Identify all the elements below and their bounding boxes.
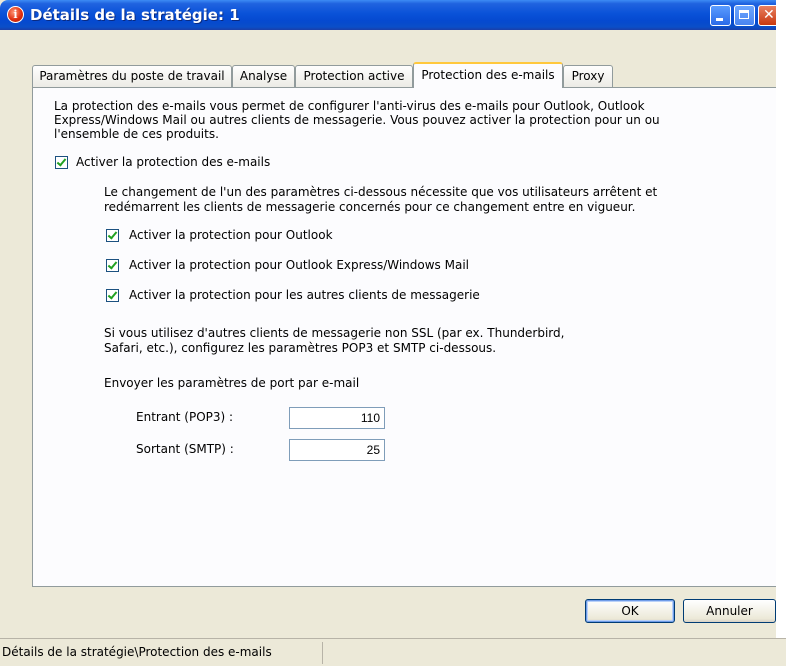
status-text: Détails de la stratégie\Protection des e… [2, 645, 272, 659]
enable-email-protection-label[interactable]: Activer la protection des e-mails [76, 155, 270, 170]
title-bar[interactable]: i Détails de la stratégie: 1 [0, 0, 776, 30]
port-settings-heading: Envoyer les paramètres de port par e-mai… [104, 376, 360, 390]
outlook-protection-checkbox[interactable] [106, 229, 119, 242]
outlook-express-protection-label[interactable]: Activer la protection pour Outlook Expre… [129, 258, 469, 273]
tab-active-protection[interactable]: Protection active [295, 65, 413, 87]
other-clients-protection-checkbox[interactable] [106, 289, 119, 302]
incoming-port-label: Entrant (POP3) : [136, 410, 234, 424]
cancel-button[interactable]: Annuler [683, 599, 776, 623]
ssl-note-line-2: Safari, etc.), configurez les paramètres… [104, 341, 497, 355]
ok-button[interactable]: OK [585, 599, 675, 623]
close-button[interactable] [758, 5, 776, 26]
status-bar: Détails de la stratégie\Protection des e… [0, 638, 786, 666]
restart-note-line-1: Le changement de l'un des paramètres ci-… [104, 185, 658, 199]
intro-text-line-2: Express/Windows Mail ou autres clients d… [54, 113, 660, 127]
restart-note-line-2: redémarrent les clients de messagerie co… [104, 200, 636, 214]
tab-proxy[interactable]: Proxy [563, 65, 613, 87]
tab-workstation-settings[interactable]: Paramètres du poste de travail [32, 65, 232, 87]
outgoing-port-input[interactable]: 25 [289, 439, 385, 461]
outlook-express-protection-checkbox[interactable] [106, 259, 119, 272]
tab-scan[interactable]: Analyse [232, 65, 295, 87]
email-protection-panel: La protection des e-mails vous permet de… [32, 87, 776, 587]
enable-email-protection-checkbox[interactable] [55, 156, 68, 169]
ssl-note-line-1: Si vous utilisez d'autres clients de mes… [104, 326, 565, 340]
outlook-protection-label[interactable]: Activer la protection pour Outlook [129, 228, 333, 243]
window-title: Détails de la stratégie: 1 [30, 6, 240, 24]
other-clients-protection-label[interactable]: Activer la protection pour les autres cl… [129, 288, 480, 303]
intro-text-line-3: l'ensemble de ces produits. [54, 127, 219, 141]
outgoing-port-label: Sortant (SMTP) : [136, 442, 234, 456]
maximize-button[interactable] [734, 5, 755, 26]
incoming-port-input[interactable]: 110 [289, 407, 385, 429]
minimize-button[interactable] [710, 5, 731, 26]
info-icon: i [7, 6, 24, 23]
status-separator [322, 642, 323, 664]
tab-email-protection[interactable]: Protection des e-mails [413, 62, 563, 88]
policy-details-window: i Détails de la stratégie: 1 Paramètres … [0, 0, 776, 665]
intro-text-line-1: La protection des e-mails vous permet de… [54, 99, 645, 113]
